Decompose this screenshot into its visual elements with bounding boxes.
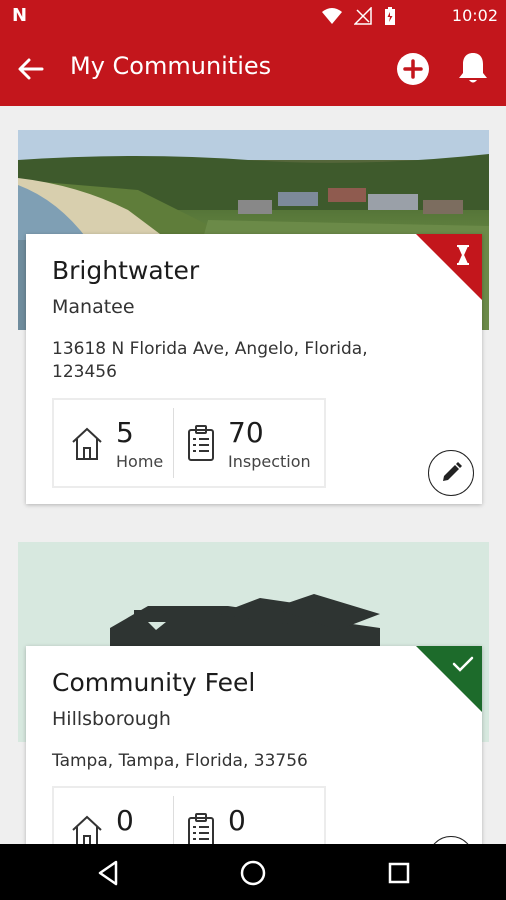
add-circle-icon[interactable]	[396, 52, 430, 86]
community-name: Community Feel	[52, 668, 256, 697]
edit-icon[interactable]	[428, 836, 474, 844]
community-card[interactable]: Community Feel Hillsborough Tampa, Tampa…	[26, 646, 482, 844]
nav-back-icon[interactable]	[94, 858, 124, 888]
home-count: 5	[116, 416, 134, 449]
stat-divider	[173, 408, 174, 478]
community-name: Brightwater	[52, 256, 200, 285]
house-icon	[72, 815, 102, 844]
bell-icon[interactable]	[456, 50, 490, 86]
stat-divider	[173, 796, 174, 844]
app-bar: My Communities	[0, 32, 506, 106]
clipboard-icon	[188, 813, 214, 844]
clipboard-icon	[188, 425, 214, 461]
status-flag-pending	[416, 234, 482, 300]
clock: 10:02	[451, 6, 498, 25]
status-flag-complete	[416, 646, 482, 712]
community-list[interactable]: Brightwater Manatee 13618 N Florida Ave,…	[0, 106, 506, 844]
home-count: 0	[116, 804, 134, 837]
edit-icon[interactable]	[428, 450, 474, 496]
community-county: Hillsborough	[52, 708, 171, 730]
community-card[interactable]: Brightwater Manatee 13618 N Florida Ave,…	[26, 234, 482, 504]
battery-icon	[385, 7, 395, 25]
house-icon	[72, 427, 102, 460]
inspection-label: Inspection	[228, 452, 311, 471]
status-bar: N 10:02	[0, 0, 506, 32]
status-icons	[322, 6, 396, 26]
page-title: My Communities	[70, 52, 272, 80]
home-label: Home	[116, 452, 164, 471]
inspection-count: 70	[228, 416, 264, 449]
inspection-count: 0	[228, 804, 246, 837]
carrier-icon: N	[12, 5, 28, 26]
back-arrow-icon[interactable]	[14, 52, 48, 86]
community-county: Manatee	[52, 296, 135, 318]
stats-box: 0 0	[52, 786, 326, 844]
community-address: 13618 N Florida Ave, Angelo, Florida, 12…	[52, 339, 368, 382]
no-signal-icon	[354, 7, 372, 25]
nav-home-icon[interactable]	[238, 858, 268, 888]
wifi-icon	[322, 8, 342, 24]
nav-recents-icon[interactable]	[384, 858, 414, 888]
stats-box: 5 Home 70 Inspection	[52, 398, 326, 488]
community-address: Tampa, Tampa, Florida, 33756	[52, 751, 308, 771]
system-nav-bar	[0, 844, 506, 900]
